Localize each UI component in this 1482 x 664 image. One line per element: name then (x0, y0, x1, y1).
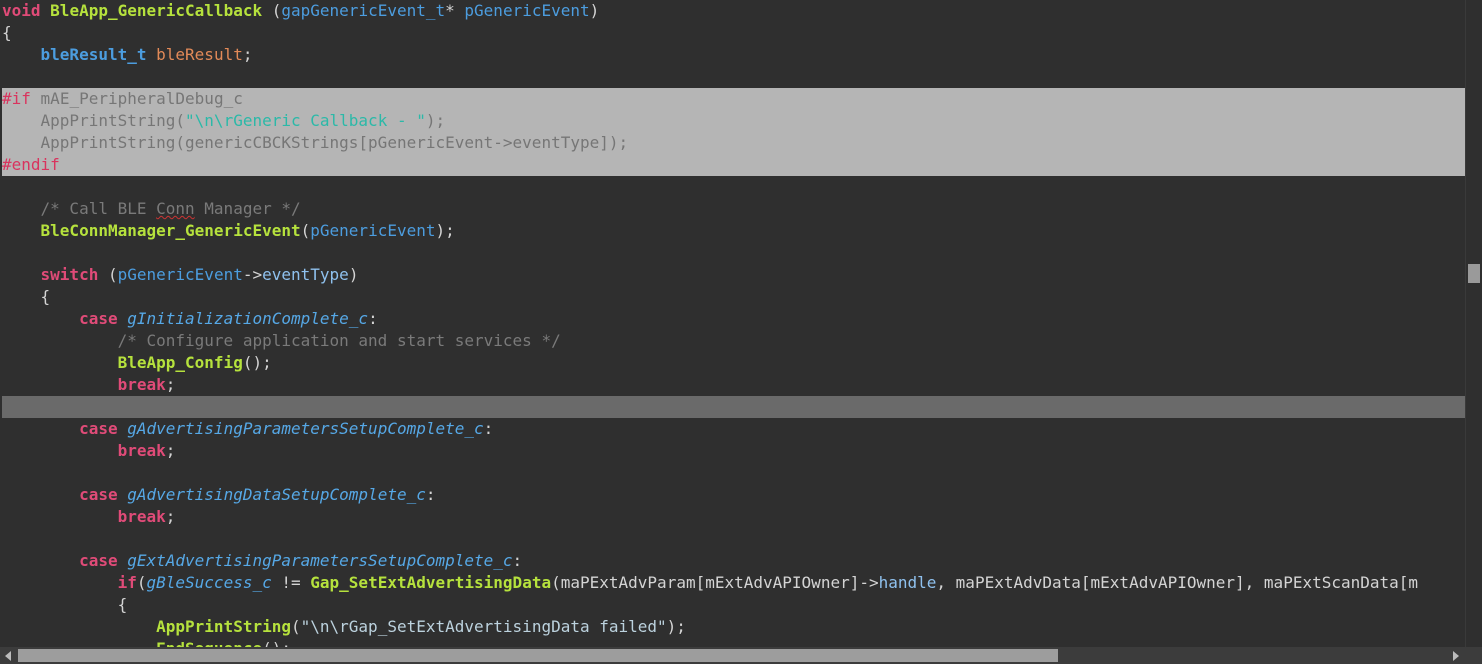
code-line-13: switch (pGenericEvent->eventType) (40, 265, 359, 284)
horizontal-scrollbar[interactable] (0, 647, 1465, 664)
code-lines: void BleApp_GenericCallback (gapGenericE… (2, 0, 1465, 647)
vertical-scrollbar-thumb[interactable] (1468, 264, 1480, 283)
code-line-24: break; (117, 507, 176, 526)
code-line-5-inactive: #if mAE_PeripheralDebug_c (2, 88, 1465, 110)
code-line-7-inactive: AppPrintString(genericCBCKStrings[pGener… (2, 132, 1465, 154)
code-line-28: { (117, 595, 128, 614)
code-line-8-inactive: #endif (2, 154, 1465, 176)
code-line-2: { (2, 23, 12, 42)
scroll-right-arrow-icon[interactable] (1453, 651, 1459, 661)
code-line-3: bleResult_t bleResult; (40, 45, 253, 64)
vertical-scrollbar[interactable] (1465, 0, 1482, 647)
scrollbar-corner (1465, 647, 1482, 664)
code-line-23: case gAdvertisingDataSetupComplete_c: (79, 485, 436, 504)
code-editor[interactable]: void BleApp_GenericCallback (gapGenericE… (0, 0, 1465, 647)
code-line-1: void BleApp_GenericCallback (gapGenericE… (2, 1, 600, 20)
code-line-21: break; (117, 441, 176, 460)
code-line-10: /* Call BLE Conn Manager */ (40, 199, 301, 218)
code-line-27: if(gBleSuccess_c != Gap_SetExtAdvertisin… (117, 573, 1419, 592)
scroll-left-arrow-icon[interactable] (5, 651, 11, 661)
current-line-highlight[interactable] (2, 396, 1465, 418)
code-line-29: AppPrintString("\n\rGap_SetExtAdvertisin… (156, 617, 686, 636)
code-line-6-inactive: AppPrintString("\n\rGeneric Callback - "… (2, 110, 1465, 132)
code-line-20: case gAdvertisingParametersSetupComplete… (79, 419, 494, 438)
code-line-16: /* Configure application and start servi… (117, 331, 561, 350)
code-line-30: EndSequence(); (2, 638, 1465, 647)
code-line-18: break; (117, 375, 176, 394)
code-line-14: { (40, 287, 51, 306)
horizontal-scrollbar-thumb[interactable] (18, 649, 1058, 662)
code-line-17: BleApp_Config(); (117, 353, 272, 372)
code-line-11: BleConnManager_GenericEvent(pGenericEven… (40, 221, 455, 240)
code-line-15: case gInitializationComplete_c: (79, 309, 378, 328)
code-line-26: case gExtAdvertisingParametersSetupCompl… (79, 551, 523, 570)
